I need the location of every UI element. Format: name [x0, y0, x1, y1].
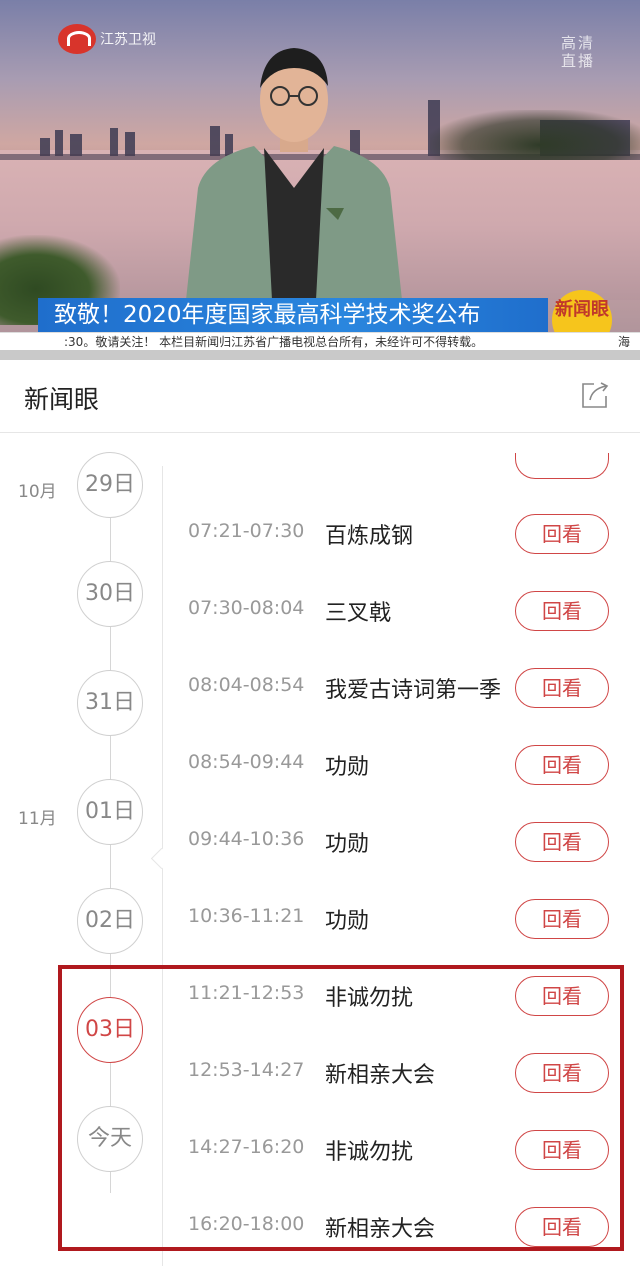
replay-button[interactable]: 回看 [515, 668, 609, 708]
news-headline-bar: 致敬！2020年度国家最高科学技术奖公布 [38, 298, 548, 332]
program-name: 三叉戟 [325, 601, 392, 626]
month-label-nov: 11月 [18, 809, 57, 829]
program-name: 百炼成钢 [325, 524, 414, 549]
annotation-highlight-box [58, 965, 624, 1251]
program-time: 08:54-09:44 [188, 751, 305, 773]
program-name: 功勋 [325, 909, 370, 934]
date-item-01[interactable]: 01日 [77, 779, 143, 845]
program-row[interactable]: 07:21-07:30 百炼成钢 回看 [163, 496, 623, 573]
program-row[interactable]: 08:04-08:54 我爱古诗词第一季 回看 [163, 650, 623, 727]
program-time: 09:44-10:36 [188, 828, 305, 850]
date-item-02[interactable]: 02日 [77, 888, 143, 954]
program-name: 功勋 [325, 755, 370, 780]
hd-live-tag: 高清直播 [560, 34, 595, 70]
replay-button-partial[interactable] [515, 453, 609, 479]
program-row[interactable]: 09:44-10:36 功勋 回看 [163, 804, 623, 881]
replay-button[interactable]: 回看 [515, 745, 609, 785]
program-row[interactable]: 08:54-09:44 功勋 回看 [163, 727, 623, 804]
channel-logo: 江苏卫视 [58, 24, 156, 54]
replay-button[interactable]: 回看 [515, 822, 609, 862]
share-icon[interactable] [580, 380, 610, 410]
replay-button[interactable]: 回看 [515, 514, 609, 554]
channel-logo-text: 江苏卫视 [100, 32, 156, 48]
program-row[interactable]: 10:36-11:21 功勋 回看 [163, 881, 623, 958]
program-time: 07:21-07:30 [188, 520, 305, 542]
video-player[interactable]: 江苏卫视 高清直播 致敬！2020年度国家最高科学技术奖公布 新闻眼 :30。敬… [0, 0, 640, 360]
program-time: 10:36-11:21 [188, 905, 305, 927]
news-ticker-text-right: 海 [617, 335, 630, 349]
channel-logo-icon [58, 24, 96, 54]
month-label-oct: 10月 [18, 482, 57, 502]
program-time: 07:30-08:04 [188, 597, 305, 619]
replay-button[interactable]: 回看 [515, 591, 609, 631]
video-bottom-strip [0, 350, 640, 360]
date-item-29[interactable]: 29日 [77, 452, 143, 518]
program-title: 新闻眼 [24, 385, 100, 414]
program-row[interactable]: 07:30-08:04 三叉戟 回看 [163, 573, 623, 650]
epg-schedule: 10月 11月 29日 30日 31日 01日 02日 03日 今天 07:21… [0, 433, 640, 1266]
date-item-30[interactable]: 30日 [77, 561, 143, 627]
news-ticker-text: :30。敬请关注！ 本栏目新闻归江苏省广播电视总台所有，未经许可不得转载。 [64, 335, 484, 349]
news-ticker: :30。敬请关注！ 本栏目新闻归江苏省广播电视总台所有，未经许可不得转载。 海 [0, 332, 640, 351]
video-scene-trees-right [430, 110, 640, 160]
program-time: 08:04-08:54 [188, 674, 305, 696]
program-name: 功勋 [325, 832, 370, 857]
program-name: 我爱古诗词第一季 [325, 678, 502, 703]
replay-button[interactable]: 回看 [515, 899, 609, 939]
news-anchor-figure [186, 48, 402, 300]
program-title-bar: 新闻眼 [0, 360, 640, 433]
date-item-31[interactable]: 31日 [77, 670, 143, 736]
